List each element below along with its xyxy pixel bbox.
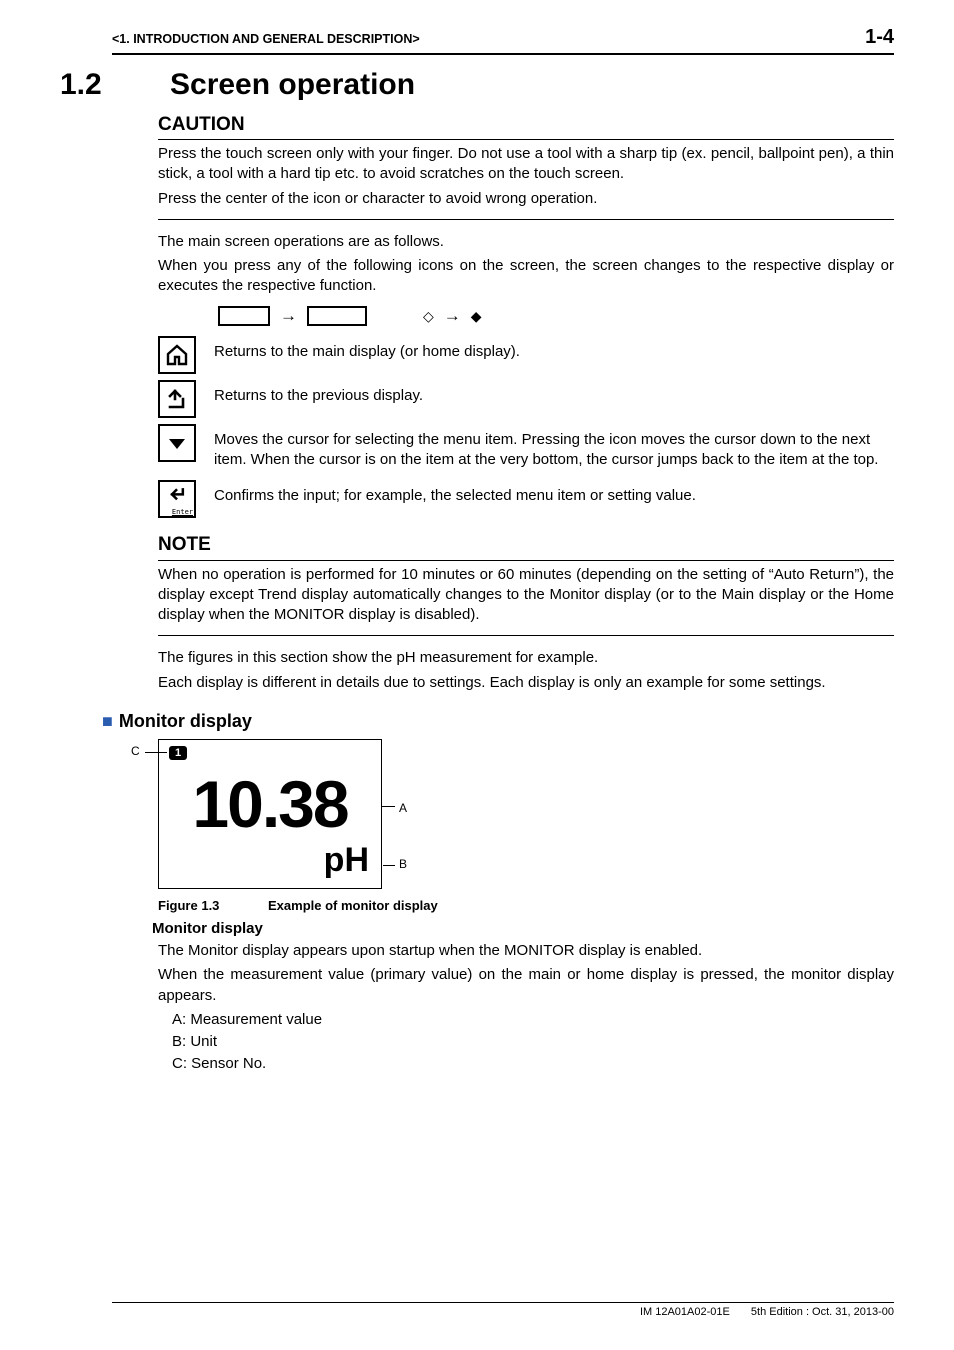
- doc-id: IM 12A01A02-01E: [640, 1306, 730, 1318]
- monitor-subheading: Monitor display: [152, 919, 894, 939]
- measurement-unit: pH: [324, 838, 369, 884]
- back-icon-desc: Returns to the previous display.: [214, 386, 894, 406]
- bullet-square-icon: ■: [102, 711, 113, 731]
- monitor-display-figure: C 1 10.38 pH A B: [158, 739, 382, 889]
- after-note-text-1: The figures in this section show the pH …: [158, 648, 894, 668]
- home-icon-desc: Returns to the main display (or home dis…: [214, 342, 894, 362]
- enter-label: Enter: [172, 508, 193, 517]
- state-change-glyphs: → ◇ → ◆: [218, 305, 894, 328]
- caution-heading: CAUTION: [158, 112, 894, 138]
- legend-c: C: Sensor No.: [172, 1054, 894, 1074]
- arrow-icon: →: [280, 305, 297, 328]
- measurement-value: 10.38: [167, 760, 373, 849]
- monitor-display-heading: ■ Monitor display: [102, 709, 894, 733]
- caution-text-1: Press the touch screen only with your fi…: [158, 144, 894, 185]
- monitor-text-1: The Monitor display appears upon startup…: [158, 941, 894, 961]
- home-icon: [158, 336, 196, 374]
- enter-icon-desc: Confirms the input; for example, the sel…: [214, 486, 894, 506]
- cursor-down-icon-desc: Moves the cursor for selecting the menu …: [214, 430, 894, 471]
- callout-b-line: [383, 865, 395, 866]
- callout-a-line: [381, 806, 395, 807]
- legend-b: B: Unit: [172, 1032, 894, 1052]
- note-heading: NOTE: [158, 532, 894, 558]
- section-number: 1.2: [60, 65, 170, 106]
- back-icon: [158, 380, 196, 418]
- caution-text-2: Press the center of the icon or characte…: [158, 189, 894, 209]
- cursor-down-icon: [158, 424, 196, 462]
- intro-text-1: The main screen operations are as follow…: [158, 232, 894, 252]
- callout-b-label: B: [399, 856, 407, 872]
- diamond-outline-icon: ◇: [423, 307, 434, 326]
- diamond-filled-icon: ◆: [471, 307, 482, 326]
- note-text: When no operation is performed for 10 mi…: [158, 565, 894, 626]
- callout-a-label: A: [399, 800, 407, 816]
- after-note-text-2: Each display is different in details due…: [158, 673, 894, 693]
- callout-c-label: C: [131, 743, 140, 759]
- figure-caption: Figure 1.3Example of monitor display: [158, 897, 894, 915]
- arrow-icon: →: [444, 305, 461, 328]
- legend-a: A: Measurement value: [172, 1010, 894, 1030]
- edition-date: 5th Edition : Oct. 31, 2013-00: [751, 1306, 894, 1318]
- monitor-heading-text: Monitor display: [119, 711, 252, 731]
- rect-after-icon: [307, 306, 367, 326]
- section-heading: 1.2Screen operation: [60, 65, 894, 106]
- section-title: Screen operation: [170, 68, 415, 101]
- rect-before-icon: [218, 306, 270, 326]
- page-number: 1-4: [865, 24, 894, 51]
- figure-number: Figure 1.3: [158, 897, 268, 915]
- running-header: <1. INTRODUCTION AND GENERAL DESCRIPTION…: [112, 24, 894, 55]
- page-footer: IM 12A01A02-01E 5th Edition : Oct. 31, 2…: [112, 1302, 894, 1320]
- callout-c-line: [145, 752, 167, 753]
- sensor-number-badge: 1: [169, 746, 187, 760]
- monitor-text-2: When the measurement value (primary valu…: [158, 965, 894, 1006]
- figure-caption-text: Example of monitor display: [268, 898, 438, 913]
- intro-text-2: When you press any of the following icon…: [158, 256, 894, 297]
- chapter-ref: <1. INTRODUCTION AND GENERAL DESCRIPTION…: [112, 31, 420, 48]
- enter-icon: Enter: [158, 480, 196, 518]
